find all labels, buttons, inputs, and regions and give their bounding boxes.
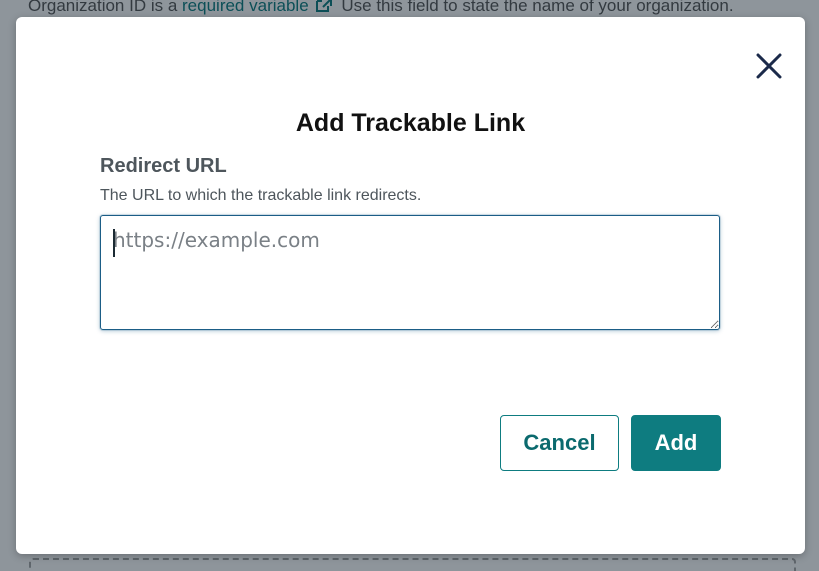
add-trackable-link-dialog: Add Trackable Link Redirect URL The URL …	[16, 17, 805, 554]
required-variable-link[interactable]: required variable	[182, 0, 309, 15]
redirect-url-label: Redirect URL	[100, 155, 227, 177]
close-button[interactable]	[754, 51, 784, 81]
background-help-text: Organization ID is a required variable U…	[28, 0, 734, 16]
cancel-button[interactable]: Cancel	[500, 415, 619, 471]
background-dropzone	[29, 558, 796, 571]
background-text-end: Use this field to state the name of your…	[336, 0, 734, 15]
close-icon	[756, 53, 782, 79]
add-button[interactable]: Add	[631, 415, 721, 471]
external-link-icon	[315, 0, 332, 12]
text-caret	[113, 229, 115, 257]
redirect-url-help-text: The URL to which the trackable link redi…	[100, 187, 422, 204]
background-text-start: Organization ID is a	[28, 0, 183, 15]
redirect-url-input[interactable]	[100, 215, 720, 330]
dialog-title: Add Trackable Link	[295, 109, 526, 137]
